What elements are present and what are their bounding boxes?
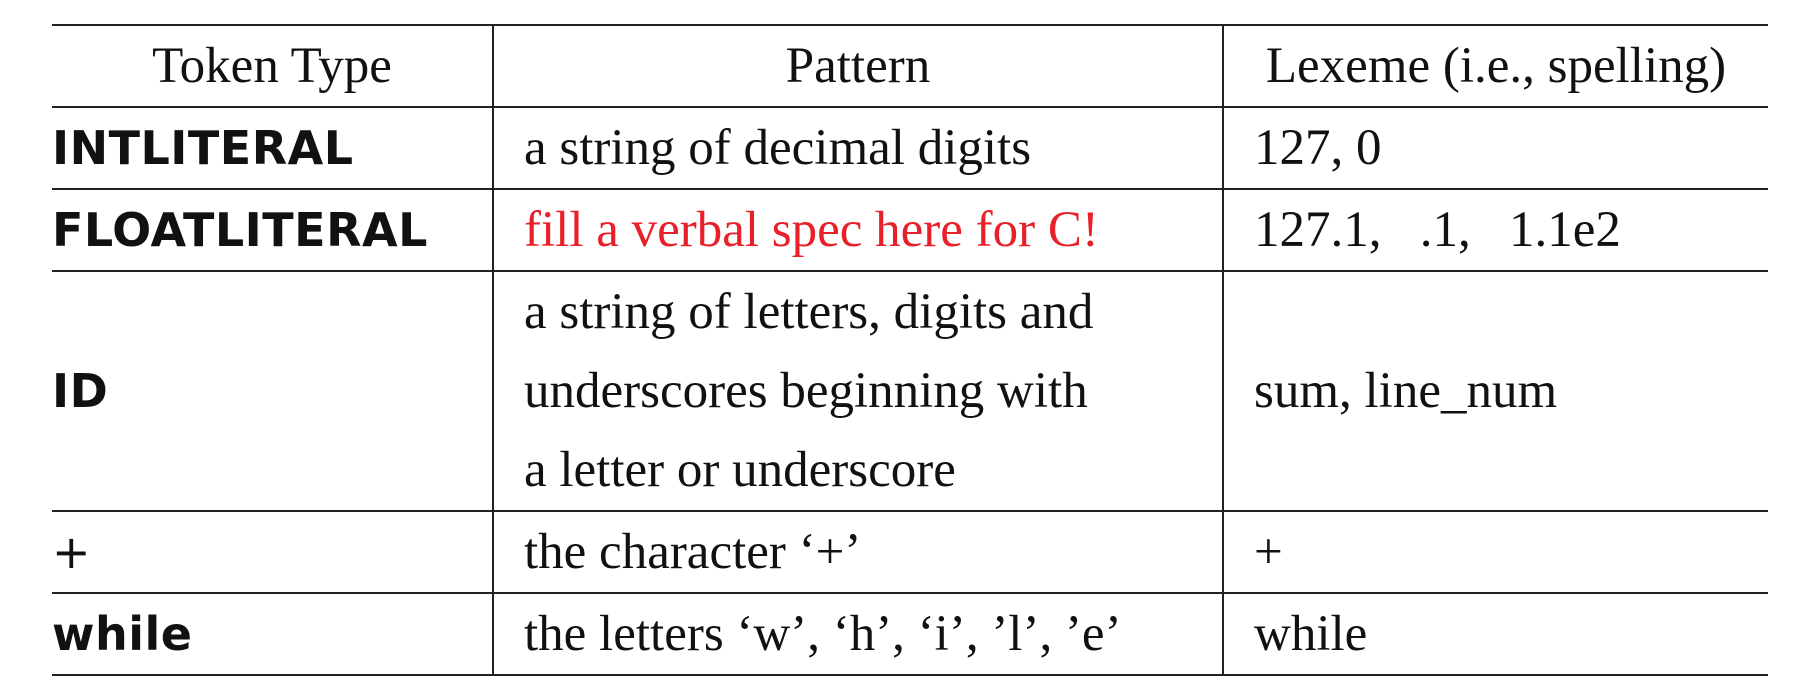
token-type-cell: while <box>52 593 493 675</box>
header-row: Token Type Pattern Lexeme (i.e., spellin… <box>52 25 1768 107</box>
pattern-line: a string of letters, digits and <box>524 283 1094 340</box>
header-lexeme: Lexeme (i.e., spelling) <box>1222 25 1768 107</box>
pattern-line: a letter or underscore <box>524 441 956 498</box>
lexeme-cell: while <box>1222 593 1768 675</box>
token-type-plus: + <box>52 524 92 579</box>
table-row: ID a string of letters, digits and under… <box>52 271 1768 511</box>
pattern-cell: a string of letters, digits and undersco… <box>492 271 1223 511</box>
token-type-floatliteral: FLOATLITERAL <box>52 202 428 257</box>
token-type-intliteral: INTLITERAL <box>52 120 354 175</box>
pattern-cell: the letters ‘w’, ‘h’, ‘i’, ’l’, ’e’ <box>492 593 1223 675</box>
pattern-placeholder-highlight: fill a verbal spec here for C! <box>524 201 1099 258</box>
pattern-cell: fill a verbal spec here for C! <box>492 189 1223 271</box>
header-token-type: Token Type <box>152 37 392 94</box>
header-pattern: Pattern <box>492 25 1223 107</box>
token-type-cell: ID <box>52 271 493 511</box>
token-type-cell: + <box>52 511 493 593</box>
token-type-cell: INTLITERAL <box>52 107 493 189</box>
token-type-while: while <box>52 606 193 661</box>
table-row: INTLITERAL a string of decimal digits 12… <box>52 107 1768 189</box>
pattern-cell: the character ‘+’ <box>492 511 1223 593</box>
lexeme-cell: sum, line_num <box>1222 271 1768 511</box>
table-row: FLOATLITERAL fill a verbal spec here for… <box>52 189 1768 271</box>
pattern-cell: a string of decimal digits <box>492 107 1223 189</box>
token-table: Token Type Pattern Lexeme (i.e., spellin… <box>52 24 1768 676</box>
token-type-id: ID <box>52 363 109 418</box>
lexeme-cell: + <box>1222 511 1768 593</box>
lexeme-cell: 127.1, .1, 1.1e2 <box>1222 189 1768 271</box>
lexeme-cell: 127, 0 <box>1222 107 1768 189</box>
token-type-cell: FLOATLITERAL <box>52 189 493 271</box>
table-row: + the character ‘+’ + <box>52 511 1768 593</box>
table-row: while the letters ‘w’, ‘h’, ‘i’, ’l’, ’e… <box>52 593 1768 675</box>
pattern-line: underscores beginning with <box>524 362 1088 419</box>
